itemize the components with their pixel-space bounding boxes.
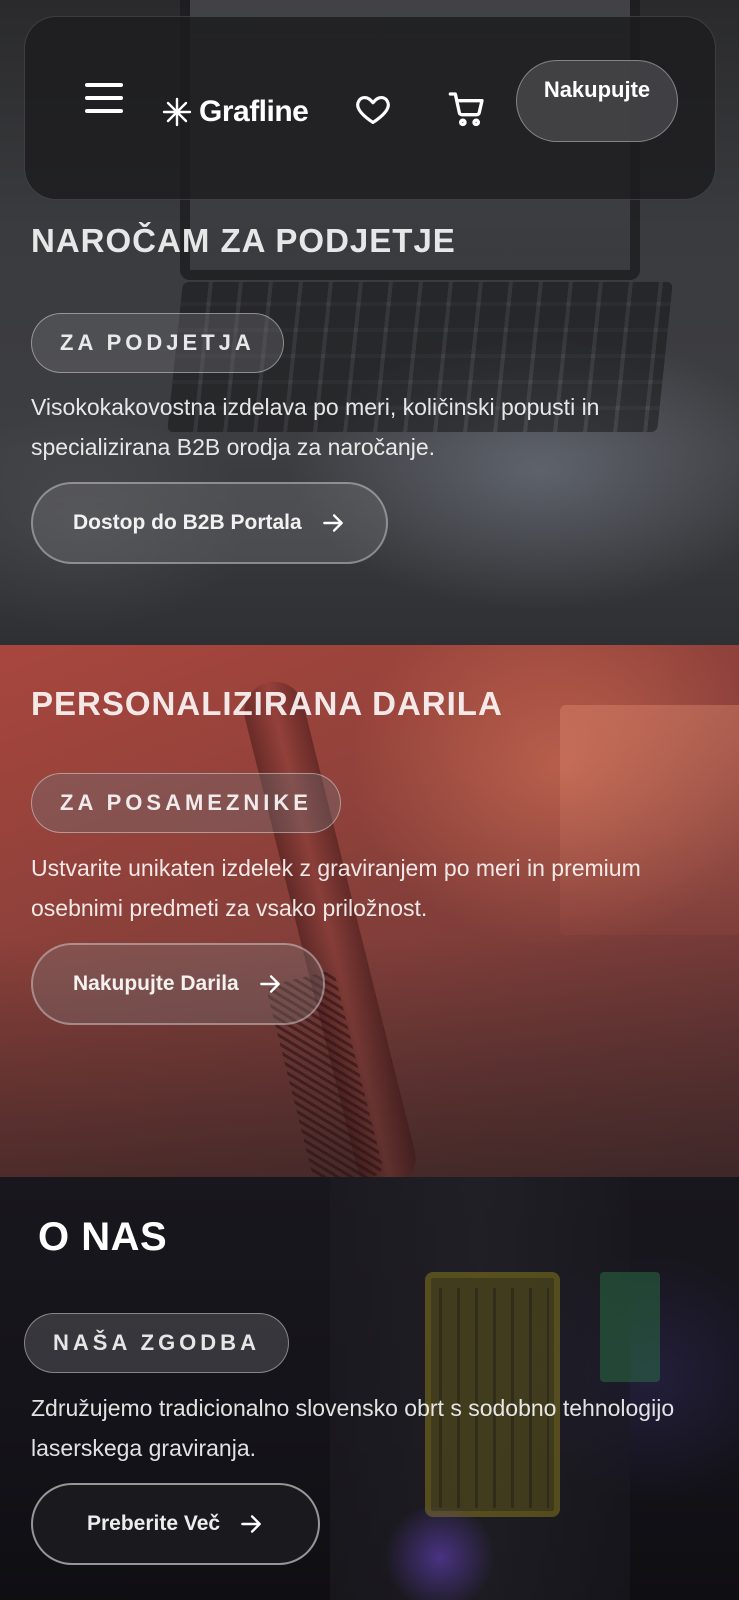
b2b-tag: ZA PODJETJA: [31, 313, 284, 373]
shop-gifts-button[interactable]: Nakupujte Darila: [31, 943, 325, 1025]
arrow-right-icon: [241, 1515, 261, 1533]
brand-name: Grafline: [199, 95, 309, 128]
about-title: O NAS: [38, 1215, 168, 1259]
heart-icon: [356, 96, 390, 125]
menu-icon[interactable]: [85, 83, 125, 113]
read-more-button-label: Preberite Več: [87, 1512, 221, 1535]
gifts-section: PERSONALIZIRANA DARILA ZA POSAMEZNIKE Us…: [0, 645, 739, 1177]
about-section: O NAS NAŠA ZGODBA Združujemo tradicional…: [0, 1177, 739, 1600]
gifts-description: Ustvarite unikaten izdelek z graviranjem…: [31, 855, 641, 921]
about-description: Združujemo tradicionalno slovensko obrt …: [31, 1395, 675, 1461]
brand-logo[interactable]: Grafline: [161, 91, 309, 133]
gifts-title: PERSONALIZIRANA DARILA: [31, 685, 503, 722]
cart-icon: [448, 92, 484, 127]
cart-button[interactable]: [445, 87, 489, 131]
b2b-portal-button-label: Dostop do B2B Portala: [73, 511, 302, 534]
b2b-description: Visokokakovostna izdelava po meri, količ…: [31, 394, 600, 460]
site-header: Grafline Nakupujte: [24, 16, 716, 200]
b2b-title: NAROČAM ZA PODJETJE: [31, 222, 456, 259]
gifts-tag: ZA POSAMEZNIKE: [31, 773, 341, 833]
grafline-logo-icon: [162, 97, 192, 127]
wishlist-button[interactable]: [351, 87, 395, 131]
arrow-right-icon: [322, 514, 343, 532]
laser-glow-image: [380, 1507, 500, 1600]
shop-gifts-button-label: Nakupujte Darila: [73, 972, 239, 995]
shop-button[interactable]: Nakupujte: [516, 60, 678, 142]
arrow-right-icon: [259, 975, 280, 993]
read-more-button[interactable]: Preberite Več: [31, 1483, 321, 1565]
terminal-block-image: [600, 1272, 660, 1382]
b2b-portal-button[interactable]: Dostop do B2B Portala: [31, 482, 388, 564]
about-tag: NAŠA ZGODBA: [24, 1313, 289, 1373]
